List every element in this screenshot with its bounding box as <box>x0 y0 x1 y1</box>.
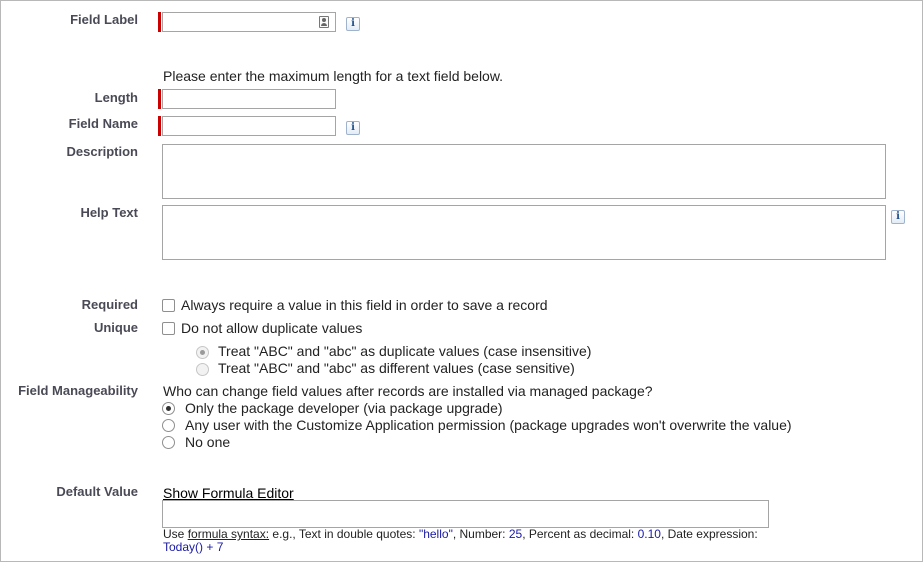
required-checkbox-label: Always require a value in this field in … <box>181 297 548 313</box>
default-value-input[interactable] <box>162 500 769 528</box>
unique-checkbox-label: Do not allow duplicate values <box>181 320 363 336</box>
info-icon[interactable]: i <box>891 210 905 224</box>
case-sensitive-radio[interactable] <box>196 363 209 376</box>
manageability-any-user-radio[interactable] <box>162 419 175 432</box>
hint-percent-example: 0.10 <box>637 527 661 541</box>
hint-hello-example: "hello" <box>418 527 453 541</box>
formula-hint: Use formula syntax: e.g., Text in double… <box>163 527 758 541</box>
manageability-developer-radio[interactable] <box>162 402 175 415</box>
field-label-label: Field Label <box>70 12 138 27</box>
length-hint-text: Please enter the maximum length for a te… <box>163 68 504 84</box>
hint-percent-label: , Percent as decimal: <box>522 527 638 541</box>
hint-date-label: , Date expression: <box>660 527 758 541</box>
manageability-any-user-label: Any user with the Customize Application … <box>185 417 792 433</box>
case-insensitive-label: Treat "ABC" and "abc" as duplicate value… <box>218 343 592 359</box>
help-text-textarea[interactable] <box>162 205 886 260</box>
hint-number-example: 25 <box>508 527 523 541</box>
help-text-label: Help Text <box>80 205 138 220</box>
hint-number-label: , Number: <box>452 527 509 541</box>
required-checkbox[interactable] <box>162 299 175 312</box>
length-label: Length <box>94 90 138 105</box>
info-icon[interactable]: i <box>346 17 360 31</box>
default-value-label: Default Value <box>56 484 138 499</box>
description-textarea[interactable] <box>162 144 886 199</box>
required-indicator <box>158 12 161 32</box>
required-indicator <box>158 89 161 109</box>
unique-label: Unique <box>93 320 138 335</box>
required-indicator <box>158 116 161 136</box>
field-name-input[interactable] <box>162 116 336 136</box>
case-sensitive-label: Treat "ABC" and "abc" as different value… <box>218 360 575 376</box>
manageability-question: Who can change field values after record… <box>163 383 653 399</box>
field-manageability-label: Field Manageability <box>18 383 138 398</box>
description-label: Description <box>66 144 138 159</box>
length-input[interactable] <box>162 89 336 109</box>
field-name-label: Field Name <box>68 116 138 131</box>
field-label-input[interactable] <box>162 12 336 32</box>
manageability-developer-label: Only the package developer (via package … <box>185 400 503 416</box>
hint-date-example: Today() + 7 <box>163 540 224 554</box>
show-formula-editor-link[interactable]: Show Formula Editor <box>163 485 294 501</box>
formula-syntax-link[interactable]: formula syntax: <box>188 527 269 541</box>
hint-eg-text: e.g., Text in double quotes: <box>269 527 419 541</box>
required-label: Required <box>81 297 138 312</box>
info-icon[interactable]: i <box>346 121 360 135</box>
contact-card-icon[interactable] <box>319 16 329 28</box>
case-insensitive-radio[interactable] <box>196 346 209 359</box>
hint-use-text: Use <box>163 527 188 541</box>
manageability-no-one-label: No one <box>185 434 231 450</box>
manageability-no-one-radio[interactable] <box>162 436 175 449</box>
unique-checkbox[interactable] <box>162 322 175 335</box>
form-container <box>0 0 923 562</box>
